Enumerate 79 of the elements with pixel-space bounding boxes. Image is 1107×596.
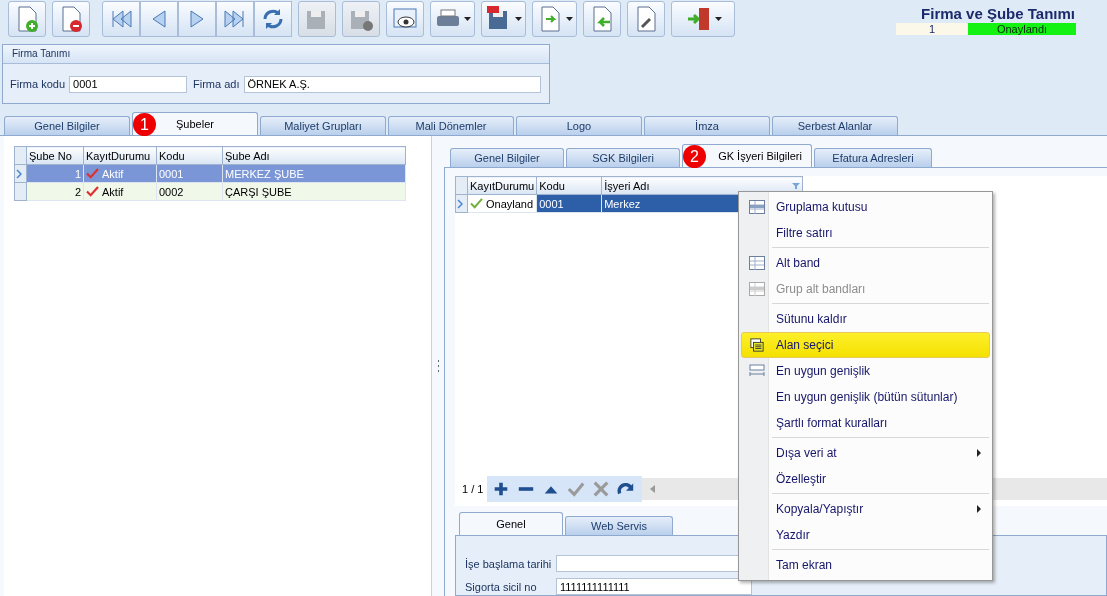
status-label: Onaylandı (968, 23, 1076, 35)
best-fit-icon (749, 364, 765, 378)
menu-item[interactable]: En uygun genişlik (741, 358, 990, 384)
window-title: Firma ve Şube Tanımı (921, 5, 1075, 22)
record-number: 1 (896, 23, 968, 35)
toolbar-button[interactable] (8, 1, 46, 37)
scroll-left-icon[interactable] (650, 485, 656, 493)
column-header[interactable]: Şube Adı (222, 146, 406, 165)
table-cell: Aktif (102, 167, 124, 180)
footer-icon (749, 256, 765, 270)
tab[interactable]: SGK Bilgileri (566, 148, 680, 167)
field-label: İşe başlama tarihi (465, 557, 553, 570)
menu-item[interactable]: Kopyala/Yapıştır (741, 492, 990, 522)
column-header[interactable]: KayıtDurumu (467, 176, 537, 195)
toolbar-button[interactable] (532, 1, 577, 37)
tab[interactable]: Genel (459, 512, 563, 535)
record-position: 1 / 1 (461, 483, 485, 495)
menu-item[interactable]: Tam ekran (741, 548, 990, 578)
menu-item[interactable]: Şartlı format kuralları (741, 410, 990, 436)
table-cell: Onayland (486, 197, 534, 210)
tab[interactable]: İmza (644, 116, 770, 135)
column-chooser-icon (749, 338, 765, 352)
tab[interactable]: Efatura Adresleri (814, 148, 932, 167)
group-box-icon (749, 200, 765, 214)
annotation-badge: 2 (683, 145, 706, 168)
toolbar-button[interactable] (52, 1, 90, 37)
tab[interactable]: Web Servis (565, 516, 673, 535)
column-header[interactable]: KayıtDurumu (83, 146, 157, 165)
tab[interactable]: Logo (516, 116, 642, 135)
firma-code-field[interactable]: 0001 (69, 75, 188, 93)
menu-item[interactable]: Yazdır (741, 522, 990, 548)
menu-item[interactable]: Sütunu kaldır (741, 302, 990, 332)
filter-icon[interactable] (792, 181, 800, 190)
toolbar-button[interactable] (481, 1, 526, 37)
tab[interactable]: Mali Dönemler (388, 116, 514, 135)
firma-name-field[interactable]: ÖRNEK A.Ş. (243, 75, 541, 93)
caret-icon (515, 17, 522, 21)
tab[interactable]: 1 Şubeler (132, 112, 258, 135)
tab[interactable]: Genel Bilgiler (450, 148, 564, 167)
menu-item[interactable]: Özelleştir (741, 466, 990, 492)
field-label: Firma adı (193, 78, 240, 91)
column-header[interactable]: Kodu (156, 146, 223, 165)
field-label: Sigorta sicil no (465, 580, 538, 593)
splitter-grip-icon[interactable] (436, 359, 440, 373)
toolbar-button[interactable] (386, 1, 424, 37)
toolbar-button[interactable] (627, 1, 665, 37)
check-icon (86, 168, 99, 179)
input-field[interactable]: 1111111111111 (556, 578, 752, 595)
row-indicator-icon (457, 198, 463, 209)
field-label: Firma kodu (10, 78, 66, 91)
annotation-badge: 1 (133, 113, 156, 136)
group-footer-icon (749, 282, 765, 296)
grid-row[interactable]: 2 Aktif 0002 ÇARŞI ŞUBE (14, 182, 406, 201)
tab[interactable]: Genel Bilgiler (4, 116, 130, 135)
column-header[interactable]: Kodu (536, 176, 602, 195)
menu-item[interactable]: En uygun genişlik (bütün sütunlar) (741, 384, 990, 410)
menu-item[interactable]: Alan seçici (741, 332, 990, 358)
check-icon (86, 186, 99, 197)
menu-item[interactable]: Filtre satırı (741, 220, 990, 246)
tab[interactable]: 2 GK İşyeri Bilgileri (682, 144, 812, 167)
toolbar-button[interactable] (254, 1, 292, 37)
column-header[interactable]: Şube No (26, 146, 84, 165)
check-icon (470, 198, 483, 209)
row-indicator-icon (16, 168, 22, 179)
panel-title: Firma Tanımı (3, 44, 549, 64)
caret-icon (714, 17, 722, 21)
menu-item[interactable]: Dışa veri at (741, 436, 990, 466)
toolbar-button[interactable] (430, 1, 475, 37)
caret-icon (566, 17, 573, 21)
toolbar-button[interactable] (671, 1, 735, 37)
tab[interactable]: Maliyet Grupları (260, 116, 386, 135)
toolbar-button[interactable] (583, 1, 621, 37)
caret-icon (464, 17, 471, 21)
tab[interactable]: Serbest Alanlar (772, 116, 898, 135)
menu-item[interactable]: Alt band (741, 246, 990, 276)
toolbar-button[interactable] (102, 1, 140, 37)
table-cell: Aktif (102, 185, 124, 198)
column-header[interactable]: İşyeri Adı (601, 176, 803, 195)
toolbar-button[interactable] (216, 1, 254, 37)
